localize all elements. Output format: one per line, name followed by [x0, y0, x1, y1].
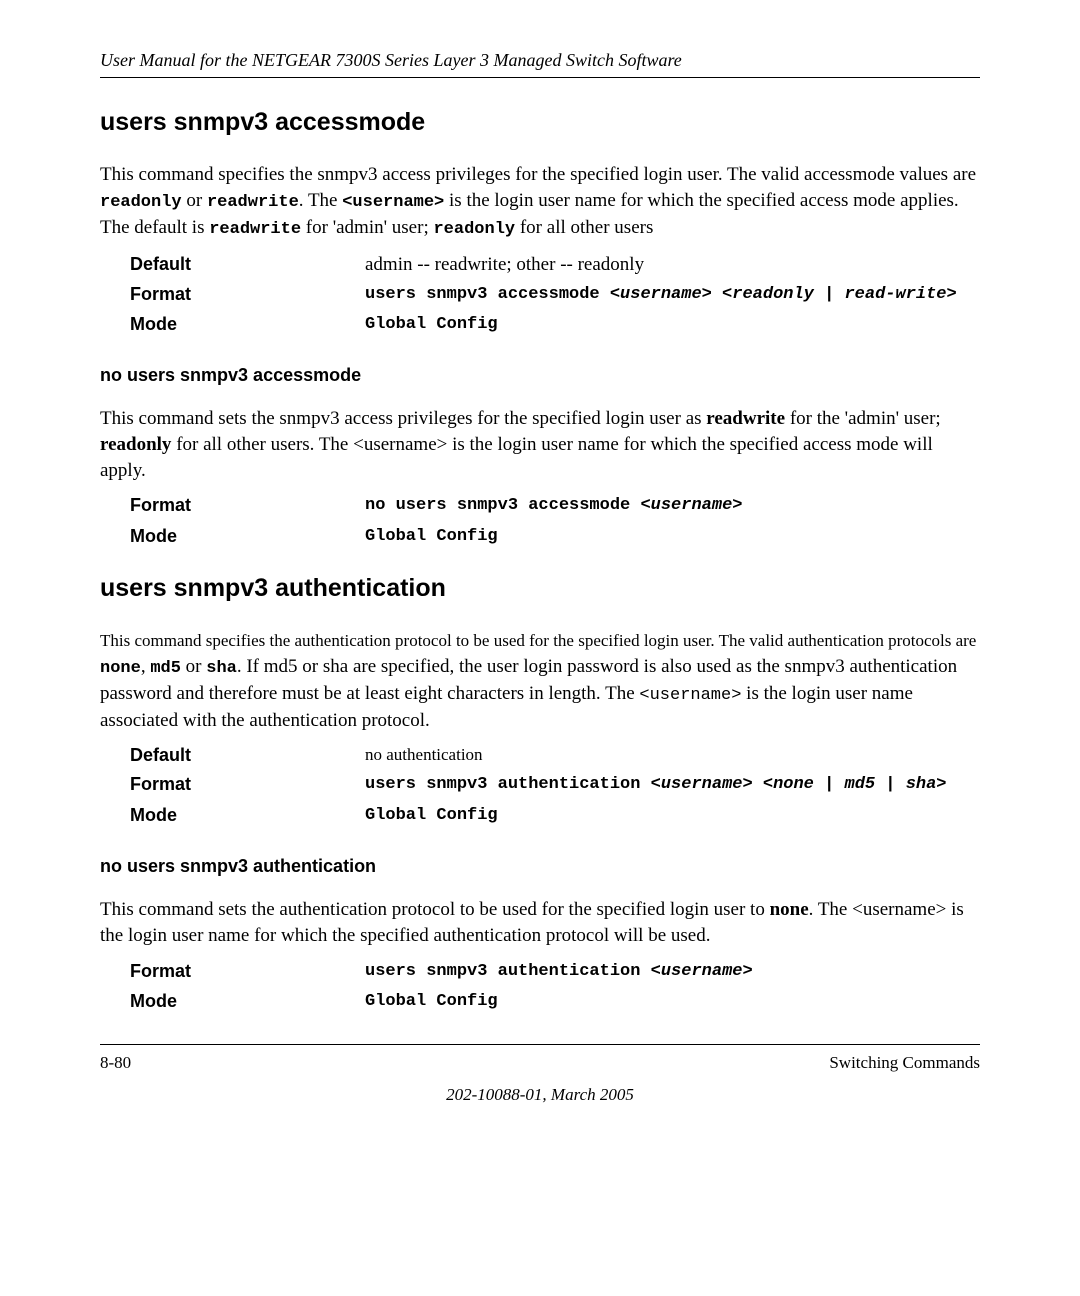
text-fragment: . The	[299, 190, 342, 211]
subsection-body-no-accessmode: This command sets the snmpv3 access priv…	[100, 406, 980, 483]
def-row-format: Format users snmpv3 accessmode <username…	[130, 284, 980, 307]
text-fragment: or	[182, 190, 207, 211]
keyword-readwrite: readwrite	[207, 193, 299, 212]
footer-section-name: Switching Commands	[829, 1053, 980, 1073]
param-username: <username>	[342, 193, 444, 212]
definition-table-authentication: Default no authentication Format users s…	[130, 745, 980, 828]
subsection-title-no-authentication: no users snmpv3 authentication	[100, 856, 980, 877]
footer-doc-id: 202-10088-01, March 2005	[100, 1085, 980, 1105]
section-body-accessmode: This command specifies the snmpv3 access…	[100, 162, 980, 242]
bold-none: none	[770, 899, 809, 920]
text-fragment: for the 'admin' user;	[785, 408, 941, 429]
keyword-none: none	[100, 659, 141, 678]
def-row-mode: Mode Global Config	[130, 526, 980, 549]
def-row-format: Format users snmpv3 authentication <user…	[130, 961, 980, 984]
subsection-title-no-accessmode: no users snmpv3 accessmode	[100, 365, 980, 386]
format-literal: no users snmpv3 accessmode	[365, 496, 640, 515]
def-value-mode: Global Config	[365, 805, 980, 828]
text-fragment: or	[181, 656, 206, 677]
definition-table-no-authentication: Format users snmpv3 authentication <user…	[130, 961, 980, 1015]
keyword-sha: sha	[206, 659, 237, 678]
def-label-default: Default	[130, 254, 365, 275]
text-fragment: for 'admin' user;	[301, 217, 433, 238]
section-title-accessmode: users snmpv3 accessmode	[100, 108, 980, 137]
def-label-format: Format	[130, 284, 365, 305]
page-header: User Manual for the NETGEAR 7300S Series…	[100, 50, 980, 78]
bold-readwrite: readwrite	[706, 408, 785, 429]
def-row-mode: Mode Global Config	[130, 314, 980, 337]
text-fragment: for all other users. The <username> is t…	[100, 434, 933, 481]
def-label-mode: Mode	[130, 314, 365, 335]
subsection-body-no-authentication: This command sets the authentication pro…	[100, 897, 980, 948]
def-row-format: Format no users snmpv3 accessmode <usern…	[130, 495, 980, 518]
def-value-mode: Global Config	[365, 526, 980, 549]
text-fragment: This command sets the authentication pro…	[100, 899, 770, 920]
def-row-mode: Mode Global Config	[130, 805, 980, 828]
section-title-authentication: users snmpv3 authentication	[100, 574, 980, 603]
def-label-format: Format	[130, 961, 365, 982]
format-param: <username> <none | md5 | sha>	[651, 775, 947, 794]
def-value-mode: Global Config	[365, 314, 980, 337]
format-literal: users snmpv3 authentication	[365, 962, 651, 981]
def-label-format: Format	[130, 495, 365, 516]
def-row-mode: Mode Global Config	[130, 991, 980, 1014]
keyword-md5: md5	[150, 659, 181, 678]
def-label-mode: Mode	[130, 805, 365, 826]
text-fragment: This command specifies the authenticatio…	[100, 631, 976, 650]
def-label-default: Default	[130, 745, 365, 766]
definition-table-no-accessmode: Format no users snmpv3 accessmode <usern…	[130, 495, 980, 549]
text-fragment: for all other users	[515, 217, 653, 238]
def-value-format: users snmpv3 authentication <username>	[365, 961, 980, 984]
def-row-default: Default admin -- readwrite; other -- rea…	[130, 254, 980, 276]
text-fragment: ,	[141, 656, 151, 677]
def-value-default: admin -- readwrite; other -- readonly	[365, 254, 980, 276]
page-footer: 8-80 Switching Commands	[100, 1044, 980, 1073]
format-param: <username>	[640, 496, 742, 515]
keyword-readonly: readonly	[433, 220, 515, 239]
keyword-readonly: readonly	[100, 193, 182, 212]
keyword-readwrite: readwrite	[209, 220, 301, 239]
text-fragment: This command specifies the snmpv3 access…	[100, 164, 976, 185]
def-row-format: Format users snmpv3 authentication <user…	[130, 774, 980, 797]
format-param: <username> <readonly | read-write>	[610, 285, 957, 304]
format-literal: users snmpv3 accessmode	[365, 285, 610, 304]
def-label-mode: Mode	[130, 991, 365, 1012]
text-fragment: This command sets the snmpv3 access priv…	[100, 408, 706, 429]
def-value-format: users snmpv3 accessmode <username> <read…	[365, 284, 980, 307]
footer-page-number: 8-80	[100, 1053, 131, 1073]
def-label-format: Format	[130, 774, 365, 795]
param-username: <username>	[639, 686, 741, 705]
def-label-mode: Mode	[130, 526, 365, 547]
def-value-format: no users snmpv3 accessmode <username>	[365, 495, 980, 518]
definition-table-accessmode: Default admin -- readwrite; other -- rea…	[130, 254, 980, 338]
format-literal: users snmpv3 authentication	[365, 775, 651, 794]
def-value-mode: Global Config	[365, 991, 980, 1014]
def-row-default: Default no authentication	[130, 745, 980, 766]
section-body-authentication: This command specifies the authenticatio…	[100, 628, 980, 733]
def-value-default: no authentication	[365, 745, 980, 765]
def-value-format: users snmpv3 authentication <username> <…	[365, 774, 980, 797]
format-param: <username>	[651, 962, 753, 981]
bold-readonly: readonly	[100, 434, 171, 455]
